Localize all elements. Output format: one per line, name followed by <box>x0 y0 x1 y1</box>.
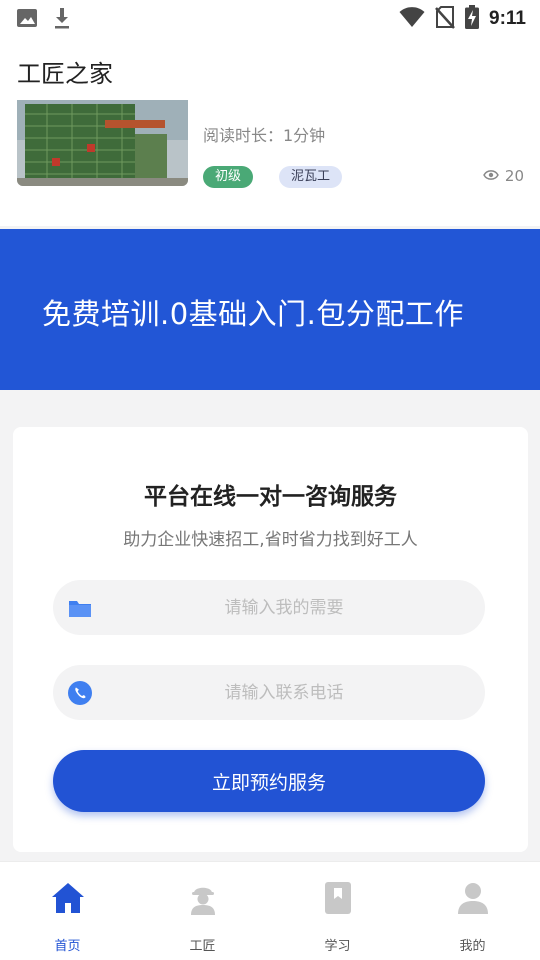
article-title-clipped: · · · · · · · · · · <box>203 100 300 108</box>
consult-subtitle: 助力企业快速招工,省时省力找到好工人 <box>123 530 418 550</box>
bottom-nav: 首页 工匠 学习 我的 <box>0 861 540 960</box>
home-icon <box>50 880 86 916</box>
status-time: 9:11 <box>489 8 526 29</box>
book-service-button[interactable]: 立即预约服务 <box>53 750 485 812</box>
phone-field[interactable] <box>53 665 485 720</box>
status-bar: 9:11 <box>0 0 540 38</box>
book-icon <box>320 880 356 916</box>
nav-item-study[interactable]: 学习 <box>270 862 405 960</box>
nav-label-home: 首页 <box>54 939 81 954</box>
nav-label-craftsman: 工匠 <box>189 939 216 954</box>
app-header: 工匠之家 <box>0 38 540 100</box>
consult-title: 平台在线一对一咨询服务 <box>144 484 397 510</box>
consult-form-card: 平台在线一对一咨询服务 助力企业快速招工,省时省力找到好工人 立即预约服务 <box>13 427 528 852</box>
user-icon <box>455 880 491 916</box>
battery-charging-icon <box>465 5 480 33</box>
view-count-value: 20 <box>504 167 524 185</box>
nav-item-craftsman[interactable]: 工匠 <box>135 862 270 960</box>
promo-banner[interactable]: 免费培训.0基础入门.包分配工作 <box>0 229 540 390</box>
folder-icon <box>67 595 93 621</box>
trade-tag: 泥瓦工 <box>279 166 343 188</box>
nav-item-mine[interactable]: 我的 <box>405 862 540 960</box>
no-sim-icon <box>435 5 455 33</box>
nav-label-study: 学习 <box>324 939 351 954</box>
nav-item-home[interactable]: 首页 <box>0 862 135 960</box>
level-tag: 初级 <box>203 166 254 188</box>
nav-label-mine: 我的 <box>459 939 486 954</box>
article-read-time: 阅读时长：1分钟 <box>203 126 326 145</box>
need-input[interactable] <box>103 580 465 635</box>
article-card[interactable]: · · · · · · · · · · 阅读时长：1分钟 初级 泥瓦工 20 <box>0 100 540 226</box>
need-field[interactable] <box>53 580 485 635</box>
phone-input[interactable] <box>103 665 465 720</box>
phone-icon <box>67 680 93 706</box>
download-icon <box>52 6 72 34</box>
eye-icon <box>483 167 499 185</box>
article-thumbnail <box>17 100 188 186</box>
image-icon <box>16 7 38 33</box>
worker-icon <box>185 880 221 916</box>
banner-slogan: 免费培训.0基础入门.包分配工作 <box>42 297 464 331</box>
wifi-icon <box>399 6 425 32</box>
page-title: 工匠之家 <box>17 60 113 88</box>
view-count: 20 <box>483 167 524 185</box>
